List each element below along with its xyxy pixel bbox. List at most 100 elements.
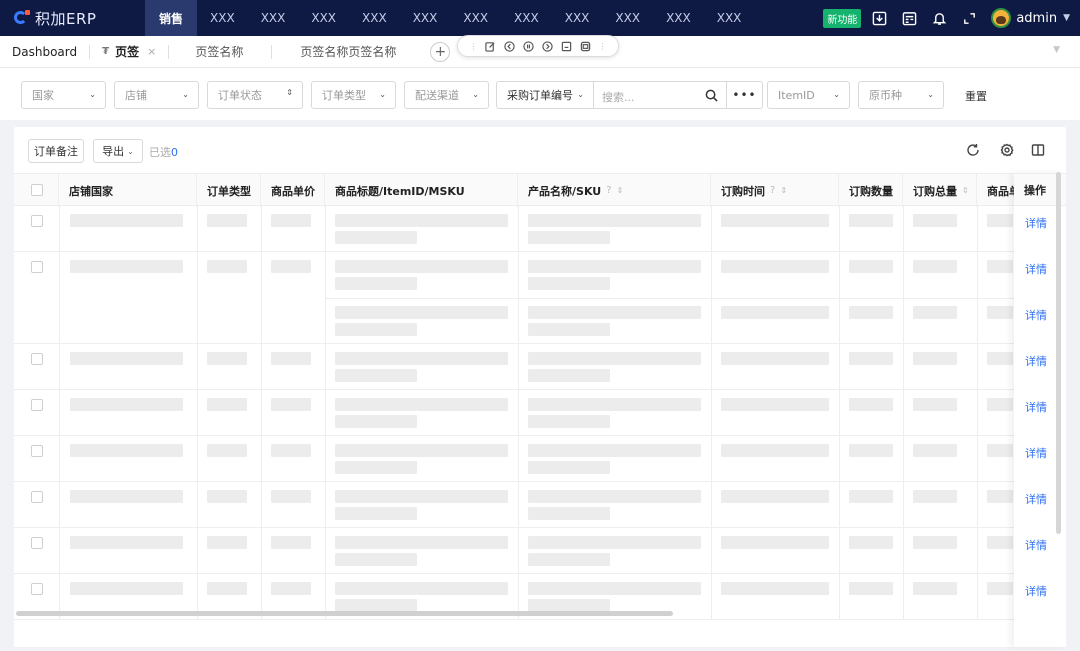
currency-select[interactable]: 原币种 ⌄ — [858, 81, 944, 109]
order-status-select[interactable]: 订单状态 ⇕ — [207, 81, 303, 109]
col-product-title[interactable]: 商品标题/ItemID/MSKU — [325, 174, 518, 207]
select-all-checkbox[interactable] — [31, 184, 43, 196]
nav-item[interactable]: XXX — [501, 0, 552, 36]
detail-link[interactable]: 详情 — [1025, 215, 1047, 231]
user-menu-caret-icon[interactable]: ▼ — [1063, 13, 1070, 23]
fullscreen-icon[interactable] — [961, 10, 977, 26]
store-select[interactable]: 店铺 ⌄ — [114, 81, 199, 109]
add-tab-button[interactable]: + — [430, 41, 451, 62]
nav-item[interactable]: XXX — [602, 0, 653, 36]
tab-current[interactable]: ₮ 页签 × — [90, 36, 168, 68]
table-row[interactable] — [14, 206, 1066, 252]
table-row[interactable] — [14, 528, 1066, 574]
nav-item[interactable]: XXX — [400, 0, 451, 36]
detail-link[interactable]: 详情 — [1025, 353, 1047, 369]
edit-icon[interactable] — [485, 40, 497, 52]
table-row[interactable] — [14, 482, 1066, 528]
table-row[interactable] — [14, 344, 1066, 390]
nav-item[interactable]: XXX — [653, 0, 704, 36]
row-checkbox[interactable] — [31, 399, 43, 411]
col-order-type[interactable]: 订单类型 — [197, 174, 261, 207]
next-icon[interactable] — [542, 40, 554, 52]
detail-link[interactable]: 详情 — [1025, 307, 1047, 323]
search-input[interactable]: 搜索... ••• — [593, 81, 763, 109]
horizontal-scrollbar[interactable] — [16, 611, 673, 616]
row-checkbox[interactable] — [31, 261, 43, 273]
nav-item-sales[interactable]: 销售 — [145, 0, 198, 36]
order-type-select[interactable]: 订单类型 ⌄ — [311, 81, 396, 109]
table-row[interactable] — [14, 298, 1066, 344]
column-layout-icon[interactable] — [1031, 143, 1045, 157]
app-logo[interactable]: 积加ERP — [0, 8, 145, 29]
prev-icon[interactable] — [504, 40, 516, 52]
column-divider — [711, 252, 712, 298]
col-order-qty[interactable]: 订购数量 — [839, 174, 903, 207]
reset-button[interactable]: 重置 — [965, 88, 987, 104]
copy-icon[interactable] — [580, 40, 592, 52]
more-options-button[interactable]: ••• — [726, 82, 762, 108]
new-feature-badge[interactable]: 新功能 — [823, 8, 862, 28]
detail-link[interactable]: 详情 — [1025, 537, 1047, 553]
row-checkbox[interactable] — [31, 583, 43, 595]
country-select[interactable]: 国家 ⌄ — [21, 81, 106, 109]
col-order-total[interactable]: 订购总量 ⇕ — [903, 174, 977, 207]
row-checkbox[interactable] — [31, 353, 43, 365]
table-row[interactable] — [14, 436, 1066, 482]
save-icon[interactable] — [561, 40, 573, 52]
sort-icon[interactable]: ⇕ — [780, 186, 787, 195]
help-icon[interactable]: ? — [770, 185, 775, 196]
po-field-select[interactable]: 采购订单编号 ⌄ — [496, 81, 594, 109]
col-order-time[interactable]: 订购时间? ⇕ — [711, 174, 839, 207]
tab-name[interactable]: 页签名称 — [169, 36, 271, 68]
vertical-scrollbar[interactable] — [1056, 172, 1061, 534]
col-product-name-sku[interactable]: 产品名称/SKU? ⇕ — [518, 174, 711, 207]
drag-handle-icon[interactable]: ⋮ — [599, 42, 607, 51]
calendar-list-icon[interactable] — [901, 10, 917, 26]
nav-item[interactable]: XXX — [248, 0, 299, 36]
search-icon[interactable] — [705, 89, 718, 105]
detail-link[interactable]: 详情 — [1025, 445, 1047, 461]
itemid-select[interactable]: ItemID ⌄ — [767, 81, 850, 109]
pin-icon[interactable]: ₮ — [102, 46, 109, 57]
tab-long-name[interactable]: 页签名称页签名称 — [272, 36, 408, 68]
pause-icon[interactable] — [523, 40, 535, 52]
col-product-unit[interactable]: 商品单 — [977, 174, 1017, 207]
nav-item[interactable]: XXX — [450, 0, 501, 36]
nav-item[interactable]: XXX — [197, 0, 248, 36]
skeleton-placeholder — [335, 260, 508, 273]
settings-gear-icon[interactable] — [1000, 143, 1014, 157]
detail-link[interactable]: 详情 — [1025, 261, 1047, 277]
user-name[interactable]: admin — [1016, 11, 1057, 26]
col-unit-price[interactable]: 商品单价 — [261, 174, 325, 207]
detail-link[interactable]: 详情 — [1025, 399, 1047, 415]
nav-item[interactable]: XXX — [349, 0, 400, 36]
sort-icon[interactable]: ⇕ — [962, 186, 969, 195]
nav-item[interactable]: XXX — [704, 0, 755, 36]
row-checkbox[interactable] — [31, 445, 43, 457]
tab-dashboard[interactable]: Dashboard — [0, 36, 89, 68]
detail-link[interactable]: 详情 — [1025, 583, 1047, 599]
col-store-country[interactable]: 店铺国家 — [59, 174, 197, 207]
tab-overflow-chevron-icon[interactable]: ▼ — [1053, 45, 1060, 55]
nav-item[interactable]: XXX — [298, 0, 349, 36]
nav-item[interactable]: XXX — [552, 0, 603, 36]
bell-icon[interactable] — [931, 10, 947, 26]
export-button[interactable]: 导出 ⌄ — [93, 139, 143, 163]
skeleton-placeholder — [987, 260, 1013, 273]
close-tab-icon[interactable]: × — [147, 45, 156, 58]
order-remark-button[interactable]: 订单备注 — [28, 139, 84, 163]
drag-handle-icon[interactable]: ⋮ — [470, 42, 478, 51]
table-row[interactable] — [14, 252, 1066, 299]
download-icon[interactable] — [871, 10, 887, 26]
refresh-icon[interactable] — [966, 143, 980, 157]
sort-icon[interactable]: ⇕ — [617, 186, 624, 195]
channel-select[interactable]: 配送渠道 ⌄ — [404, 81, 489, 109]
help-icon[interactable]: ? — [606, 185, 611, 196]
user-avatar[interactable] — [991, 8, 1012, 28]
row-checkbox[interactable] — [31, 537, 43, 549]
detail-link[interactable]: 详情 — [1025, 491, 1047, 507]
table-row[interactable] — [14, 390, 1066, 436]
row-checkbox[interactable] — [31, 491, 43, 503]
skeleton-placeholder — [271, 582, 311, 595]
row-checkbox[interactable] — [31, 215, 43, 227]
